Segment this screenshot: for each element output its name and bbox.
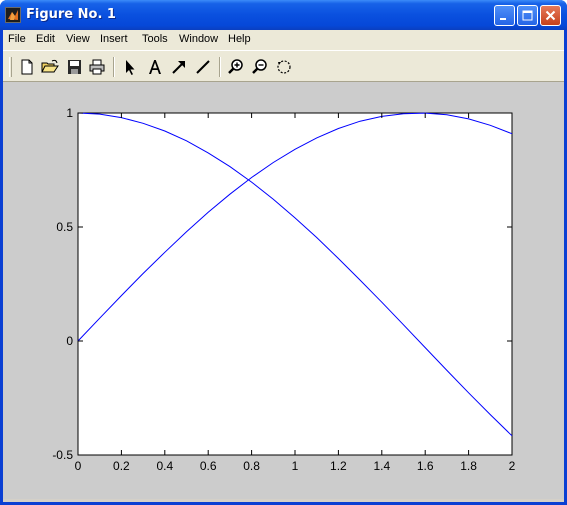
- x-tick-label: 0.6: [200, 459, 217, 473]
- rotate-3d-button[interactable]: [274, 57, 294, 77]
- insert-line-button[interactable]: [193, 57, 213, 77]
- x-tick-label: 0: [75, 459, 82, 473]
- y-tick-label: -0.5: [52, 448, 73, 462]
- menu-bar: File Edit View Insert Tools Window Help: [3, 30, 564, 50]
- maximize-button[interactable]: [517, 5, 538, 26]
- x-tick-label: 1.8: [460, 459, 477, 473]
- x-tick-label: 1: [292, 459, 299, 473]
- figure-window: Figure No. 1 File Edit View Insert Tools…: [0, 0, 567, 505]
- select-button[interactable]: [120, 57, 140, 77]
- close-icon: [545, 10, 556, 21]
- menu-window[interactable]: Window: [179, 33, 218, 45]
- new-figure-icon: [21, 59, 33, 75]
- select-arrow-icon: [126, 60, 135, 75]
- minimize-button[interactable]: [494, 5, 515, 26]
- close-button[interactable]: [540, 5, 561, 26]
- matlab-logo-icon: [5, 7, 21, 23]
- y-tick-label: 0.5: [56, 220, 73, 234]
- insert-line-icon: [196, 60, 210, 74]
- toolbar-separator: [113, 57, 115, 77]
- open-file-button[interactable]: [40, 57, 60, 77]
- open-file-icon: [41, 59, 59, 73]
- figure-canvas: 0 0.2 0.4 0.6 0.8 1 1.2 1.4 1.6 1.8 2 -0.5 0 0.5 1: [3, 82, 564, 499]
- figure-toolbar: [3, 50, 564, 82]
- axes-background[interactable]: [77, 112, 513, 456]
- new-figure-button[interactable]: [17, 57, 37, 77]
- insert-text-button[interactable]: [145, 57, 165, 77]
- menu-edit[interactable]: Edit: [36, 33, 55, 45]
- x-tick-label: 1.4: [373, 459, 390, 473]
- x-tick-label: 2: [509, 459, 516, 473]
- toolbar-separator: [219, 57, 221, 77]
- zoom-out-icon: [252, 59, 267, 74]
- menu-file[interactable]: File: [8, 33, 26, 45]
- menu-insert[interactable]: Insert: [100, 33, 128, 45]
- window-title: Figure No. 1: [26, 7, 116, 22]
- plot-svg: 0 0.2 0.4 0.6 0.8 1 1.2 1.4 1.6 1.8 2-0.500.51: [52, 106, 516, 473]
- insert-arrow-icon: [172, 61, 185, 74]
- x-tick-label: 0.2: [113, 459, 130, 473]
- menu-view[interactable]: View: [66, 33, 90, 45]
- x-tick-label: 0.8: [243, 459, 260, 473]
- insert-text-icon: [149, 60, 161, 74]
- menu-tools[interactable]: Tools: [142, 33, 168, 45]
- maximize-icon: [522, 10, 533, 21]
- zoom-in-icon: [228, 59, 243, 74]
- y-tick-label: 0: [66, 334, 73, 348]
- print-icon: [89, 59, 105, 75]
- save-button[interactable]: [64, 57, 84, 77]
- insert-arrow-button[interactable]: [169, 57, 189, 77]
- title-bar[interactable]: Figure No. 1: [0, 0, 567, 30]
- print-button[interactable]: [87, 57, 107, 77]
- save-icon: [68, 60, 81, 74]
- y-tick-label: 1: [66, 106, 73, 120]
- zoom-in-button[interactable]: [226, 57, 246, 77]
- x-tick-label: 1.2: [330, 459, 347, 473]
- x-tick-label: 0.4: [156, 459, 173, 473]
- x-tick-label: 1.6: [417, 459, 434, 473]
- toolbar-grip[interactable]: [9, 57, 12, 77]
- rotate-icon: [277, 60, 291, 74]
- minimize-icon: [500, 18, 506, 20]
- zoom-out-button[interactable]: [250, 57, 270, 77]
- menu-help[interactable]: Help: [228, 33, 251, 45]
